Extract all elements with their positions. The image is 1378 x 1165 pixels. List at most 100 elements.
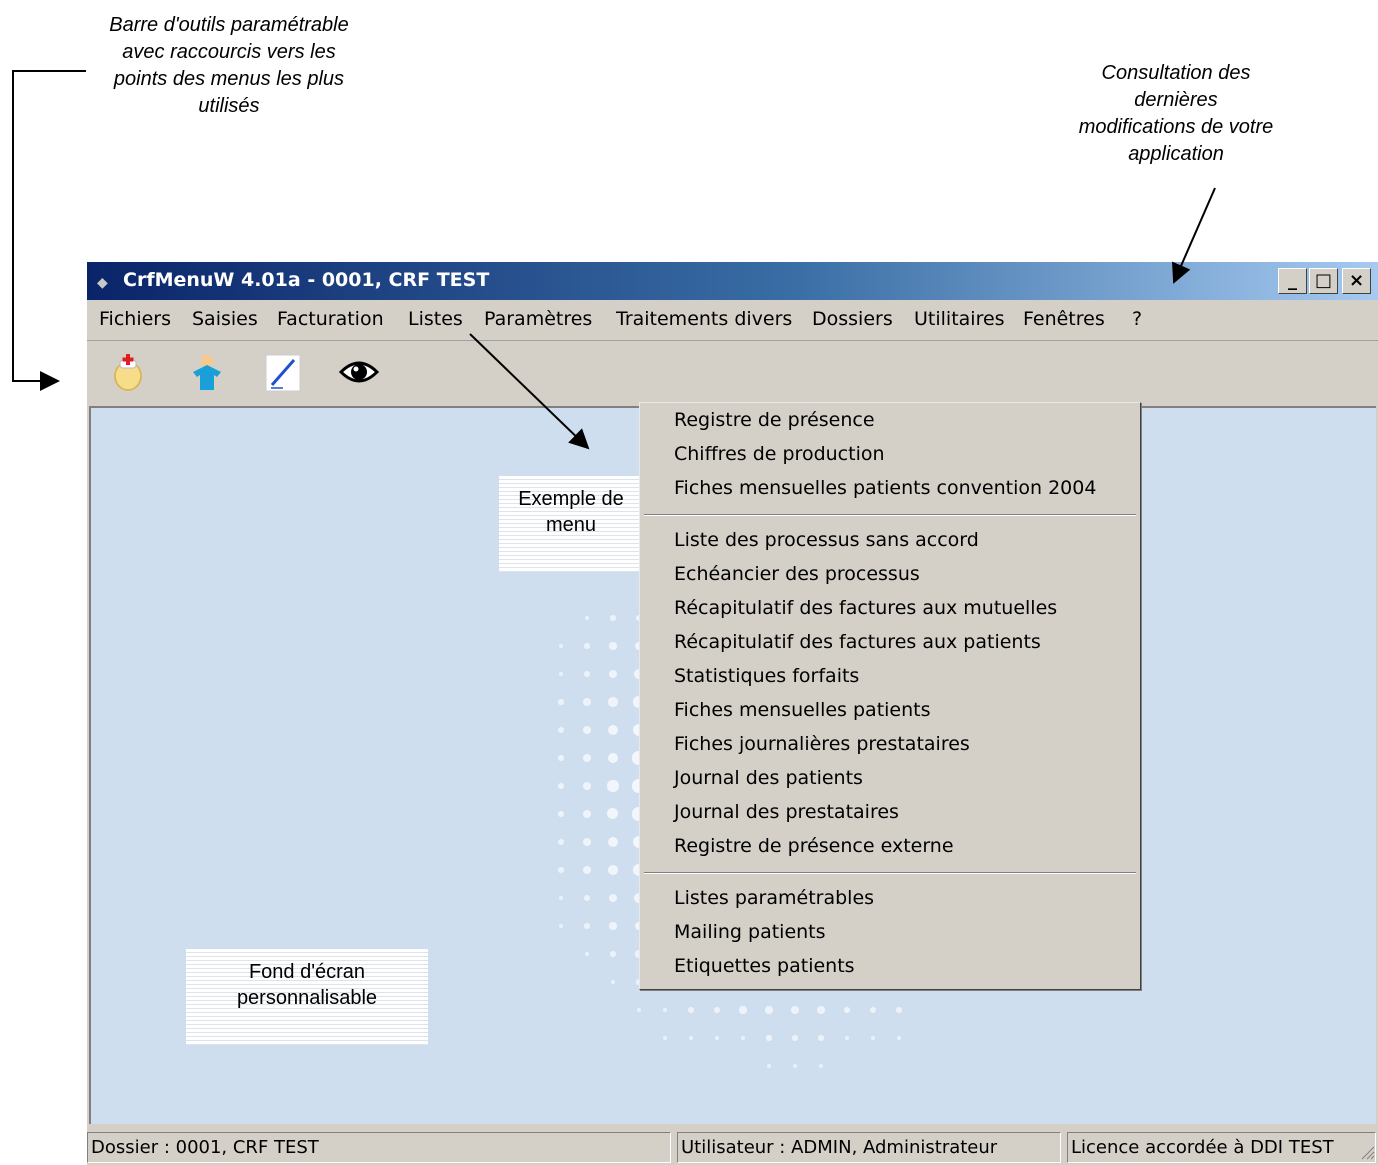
pen-icon[interactable] <box>263 352 303 392</box>
background-dot <box>663 1036 667 1040</box>
background-dot <box>607 836 619 848</box>
background-dot <box>557 838 565 846</box>
background-dot <box>557 810 565 818</box>
minimize-icon: _ <box>1288 270 1297 291</box>
dropdown-item[interactable]: Etiquettes patients <box>674 955 855 977</box>
eye-icon[interactable] <box>338 352 380 392</box>
menu-facturation[interactable]: Facturation <box>277 308 384 330</box>
app-icon: ◆ <box>97 275 108 291</box>
minimize-button[interactable]: _ <box>1278 268 1307 294</box>
maximize-icon: □ <box>1314 270 1332 291</box>
background-dot <box>584 951 590 957</box>
background-dot <box>819 1064 823 1068</box>
background-dot <box>559 924 563 928</box>
dropdown-item[interactable]: Echéancier des processus <box>674 563 920 585</box>
dropdown-item[interactable]: Fiches mensuelles patients convention 20… <box>674 477 1096 499</box>
dropdown-item[interactable]: Liste des processus sans accord <box>674 529 979 551</box>
background-dot <box>558 699 564 705</box>
menu-separator <box>644 872 1136 874</box>
background-dot <box>609 642 617 650</box>
background-dot <box>585 616 589 620</box>
menu-listes[interactable]: Listes <box>408 308 463 330</box>
resize-grip-icon[interactable] <box>1359 1144 1375 1160</box>
background-dot <box>557 782 565 790</box>
menu-dossiers[interactable]: Dossiers <box>812 308 893 330</box>
dropdown-item[interactable]: Journal des patients <box>674 767 863 789</box>
menu-saisies[interactable]: Saisies <box>192 308 258 330</box>
dropdown-item[interactable]: Listes paramétrables <box>674 887 874 909</box>
background-dot <box>792 1035 798 1041</box>
dropdown-item[interactable]: Fiches journalières prestataires <box>674 733 970 755</box>
background-dot <box>689 1036 693 1040</box>
background-dot <box>608 865 618 875</box>
status-user: Utilisateur : ADMIN, Administrateur <box>677 1132 1061 1163</box>
background-dot <box>610 615 616 621</box>
title-bar[interactable]: ◆ CrfMenuW 4.01a - 0001, CRF TEST _ □ × <box>87 262 1378 300</box>
background-dot <box>793 1064 797 1068</box>
annotation-line <box>12 380 42 382</box>
background-dot <box>791 1006 799 1014</box>
dropdown-item[interactable]: Récapitulatif des factures aux patients <box>674 631 1041 653</box>
background-dot <box>610 979 616 985</box>
background-dot <box>583 670 591 678</box>
background-dot <box>559 644 563 648</box>
maximize-button[interactable]: □ <box>1309 268 1338 294</box>
background-dot <box>558 867 564 873</box>
menu-parametres[interactable]: Paramètres <box>484 308 592 330</box>
dropdown-item[interactable]: Fiches mensuelles patients <box>674 699 931 721</box>
status-bar: Dossier : 0001, CRF TEST Utilisateur : A… <box>87 1130 1378 1165</box>
background-dot <box>765 1006 773 1014</box>
background-dot <box>818 1035 824 1041</box>
nurse-icon[interactable] <box>109 352 149 392</box>
background-dot <box>583 698 591 706</box>
menu-example-callout: Exemple de menu <box>499 476 643 572</box>
close-icon: × <box>1348 270 1365 291</box>
background-dot <box>817 1006 825 1014</box>
background-dot <box>608 893 618 903</box>
background-dot <box>607 752 619 764</box>
background-dot <box>897 1036 901 1040</box>
background-dot <box>688 1007 694 1013</box>
background-dot <box>557 754 565 762</box>
background-dot <box>607 780 619 792</box>
status-licence: Licence accordée à DDI TEST <box>1067 1132 1376 1163</box>
background-dot <box>739 1006 747 1014</box>
shirt-icon[interactable] <box>187 352 227 392</box>
menu-fichiers[interactable]: Fichiers <box>99 308 171 330</box>
background-dot <box>662 1007 668 1013</box>
dropdown-item[interactable]: Journal des prestataires <box>674 801 899 823</box>
menu-traitements-divers[interactable]: Traitements divers <box>616 308 792 330</box>
menu-separator <box>644 514 1136 516</box>
background-dot <box>582 781 592 791</box>
toolbar-annotation: Barre d'outils paramétrable avec raccour… <box>109 14 349 117</box>
background-dot <box>714 1035 720 1041</box>
background-dot <box>844 1035 850 1041</box>
background-dot <box>607 808 619 820</box>
background-dot <box>610 951 616 957</box>
listes-dropdown-menu: Registre de présence Chiffres de product… <box>639 402 1141 990</box>
modifications-annotation: Consultation des dernières modifications… <box>1078 62 1274 165</box>
dropdown-item[interactable]: Registre de présence <box>674 409 875 431</box>
dropdown-item[interactable]: Chiffres de production <box>674 443 885 465</box>
background-dot <box>608 697 618 707</box>
dropdown-item[interactable]: Récapitulatif des factures aux mutuelles <box>674 597 1057 619</box>
background-dot <box>713 1006 721 1014</box>
background-dot <box>740 1035 746 1041</box>
menu-fenetres[interactable]: Fenêtres <box>1023 308 1105 330</box>
menu-utilitaires[interactable]: Utilitaires <box>914 308 1005 330</box>
menu-bar: Fichiers Saisies Facturation Listes Para… <box>87 300 1378 341</box>
dropdown-item[interactable]: Registre de présence externe <box>674 835 954 857</box>
background-dot <box>637 1008 641 1012</box>
background-dot <box>558 895 564 901</box>
menu-help[interactable]: ? <box>1132 308 1142 330</box>
background-dot <box>582 809 592 819</box>
background-callout: Fond d'écran personnalisable <box>186 949 428 1045</box>
close-button[interactable]: × <box>1342 268 1371 294</box>
background-dot <box>582 837 592 847</box>
dropdown-item[interactable]: Mailing patients <box>674 921 826 943</box>
window-title: CrfMenuW 4.01a - 0001, CRF TEST <box>123 269 490 291</box>
annotation-line <box>12 70 14 382</box>
background-dot <box>843 1006 851 1014</box>
dropdown-item[interactable]: Statistiques forfaits <box>674 665 859 687</box>
background-dot <box>869 1006 877 1014</box>
